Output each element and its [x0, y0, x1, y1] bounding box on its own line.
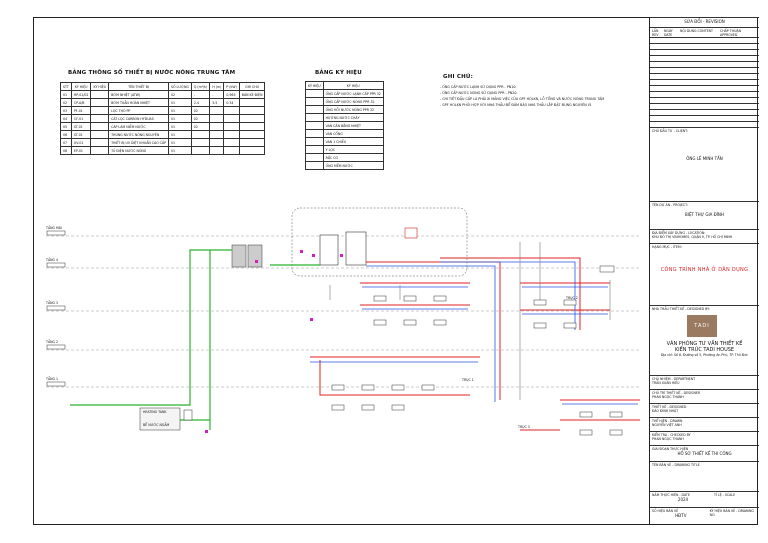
fixture: [533, 322, 547, 329]
hot-water-tank: [345, 231, 367, 266]
riser-label: TRỤC 2: [566, 296, 578, 300]
chief-name: TRẦN XUÂN HIẾU: [652, 381, 680, 385]
approve-name: PHAN NGỌC THANH: [652, 437, 684, 441]
fixture: [433, 295, 447, 302]
fixture: [433, 319, 447, 326]
riser-label: TRỤC 3: [518, 425, 530, 429]
level-tag: [46, 305, 66, 311]
level-label: TẦNG 4: [46, 258, 59, 262]
valve-icon: [310, 318, 313, 321]
revision-header: NGÀY DATE: [664, 29, 673, 37]
fixture: [403, 295, 417, 302]
revision-header: CHẤP THUẬN APPROVED: [720, 29, 741, 37]
company-address: Địa chỉ: Số 8, Đường số 5, Phường An Phú…: [660, 353, 749, 357]
level-tag: [46, 230, 66, 236]
level-label: TẦNG 2: [46, 340, 59, 344]
year: 2024: [677, 497, 689, 502]
fixture: [579, 429, 593, 436]
revision-header: NỘI DUNG CONTENT: [680, 29, 713, 33]
fixture: [579, 411, 593, 418]
valve-icon: [340, 254, 343, 257]
location: KHU ĐÔ THỊ VINHOMES, QUẬN 9, TP. HỒ CHÍ …: [652, 235, 733, 239]
heat-pump: [247, 244, 263, 268]
fixture: [331, 404, 345, 411]
design-name: PHAN NGỌC THANH: [652, 395, 684, 399]
heat-pump: [231, 244, 247, 268]
drawing-title-label: TÊN BẢN VẼ - DRAWING TITLE: [650, 461, 759, 491]
hot-water-tank: [319, 234, 339, 266]
valve-icon: [255, 260, 258, 263]
control-panel: [404, 227, 418, 239]
revision-headers: LẦN REV NGÀY DATE NỘI DUNG CONTENT CHẤP …: [650, 27, 759, 37]
fixture: [331, 384, 345, 391]
code: HĐTV: [675, 513, 687, 518]
fixture: [421, 384, 435, 391]
scale-label: TỈ LỆ - SCALE: [714, 493, 736, 497]
fixture: [609, 429, 623, 436]
fixture: [533, 299, 547, 306]
valve-icon: [300, 250, 303, 253]
cold-supply-pipe: [70, 249, 232, 406]
project-label: TÊN DỰ ÁN - PROJECT:: [652, 203, 688, 207]
sheet-label: KÝ HIỆU BẢN VẼ - DRAWING NO.: [709, 509, 754, 517]
hot-return-pipe: [440, 261, 576, 330]
tank-label: HEATING TANK: [143, 410, 167, 414]
level-label: TẦNG MÁI: [46, 226, 62, 230]
level-tag: [46, 262, 66, 268]
fixture: [361, 384, 375, 391]
revision-header: LẦN REV: [652, 29, 659, 37]
stage: HỒ SƠ THIẾT KẾ THI CÔNG: [677, 451, 732, 456]
fixture: [361, 404, 375, 411]
fixture: [403, 319, 417, 326]
fixture: [563, 322, 577, 329]
level-label: TẦNG 1: [46, 377, 59, 381]
fixture: [599, 265, 615, 273]
fixture: [373, 319, 387, 326]
fixture: [563, 299, 577, 306]
item-label: HẠNG MỤC - ITEM:: [652, 245, 682, 249]
designer-label: NHÀ THẦU THIẾT KẾ - DESIGNED BY:: [652, 307, 710, 311]
revision-title: SỬA ĐỔI - REVISION: [650, 17, 759, 27]
item-name: CÔNG TRÌNH NHÀ Ở DÂN DỤNG: [660, 267, 749, 273]
level-tag: [46, 344, 66, 350]
company-logo: TADI: [687, 315, 717, 337]
client-name: ÔNG LÊ MINH TẤN: [686, 156, 723, 161]
hot-supply-pipe: [440, 257, 581, 330]
hot-return-pipe: [366, 265, 496, 402]
valve-icon: [205, 430, 208, 433]
riser-label: TRỤC 1: [462, 378, 474, 382]
fixture: [391, 384, 405, 391]
filter: [183, 409, 193, 421]
project-name: BIỆT THỰ GIA ĐÌNH: [685, 212, 724, 217]
valve-icon: [312, 254, 315, 257]
client-label: CHỦ ĐẦU TƯ - CLIENT:: [652, 129, 688, 133]
water-tank-label: BỂ NƯỚC NGẦM: [143, 423, 170, 427]
check-name: NGUYỄN VIỆT ANH: [652, 423, 682, 427]
level-tag: [46, 381, 66, 387]
drawn-name: ĐÀO ĐÌNH NHẬT: [652, 409, 679, 413]
fixture: [609, 411, 623, 418]
level-label: TẦNG 3: [46, 301, 59, 305]
fixture: [391, 404, 405, 411]
title-block: SỬA ĐỔI - REVISION LẦN REV NGÀY DATE NỘI…: [649, 17, 759, 525]
fixture: [373, 295, 387, 302]
